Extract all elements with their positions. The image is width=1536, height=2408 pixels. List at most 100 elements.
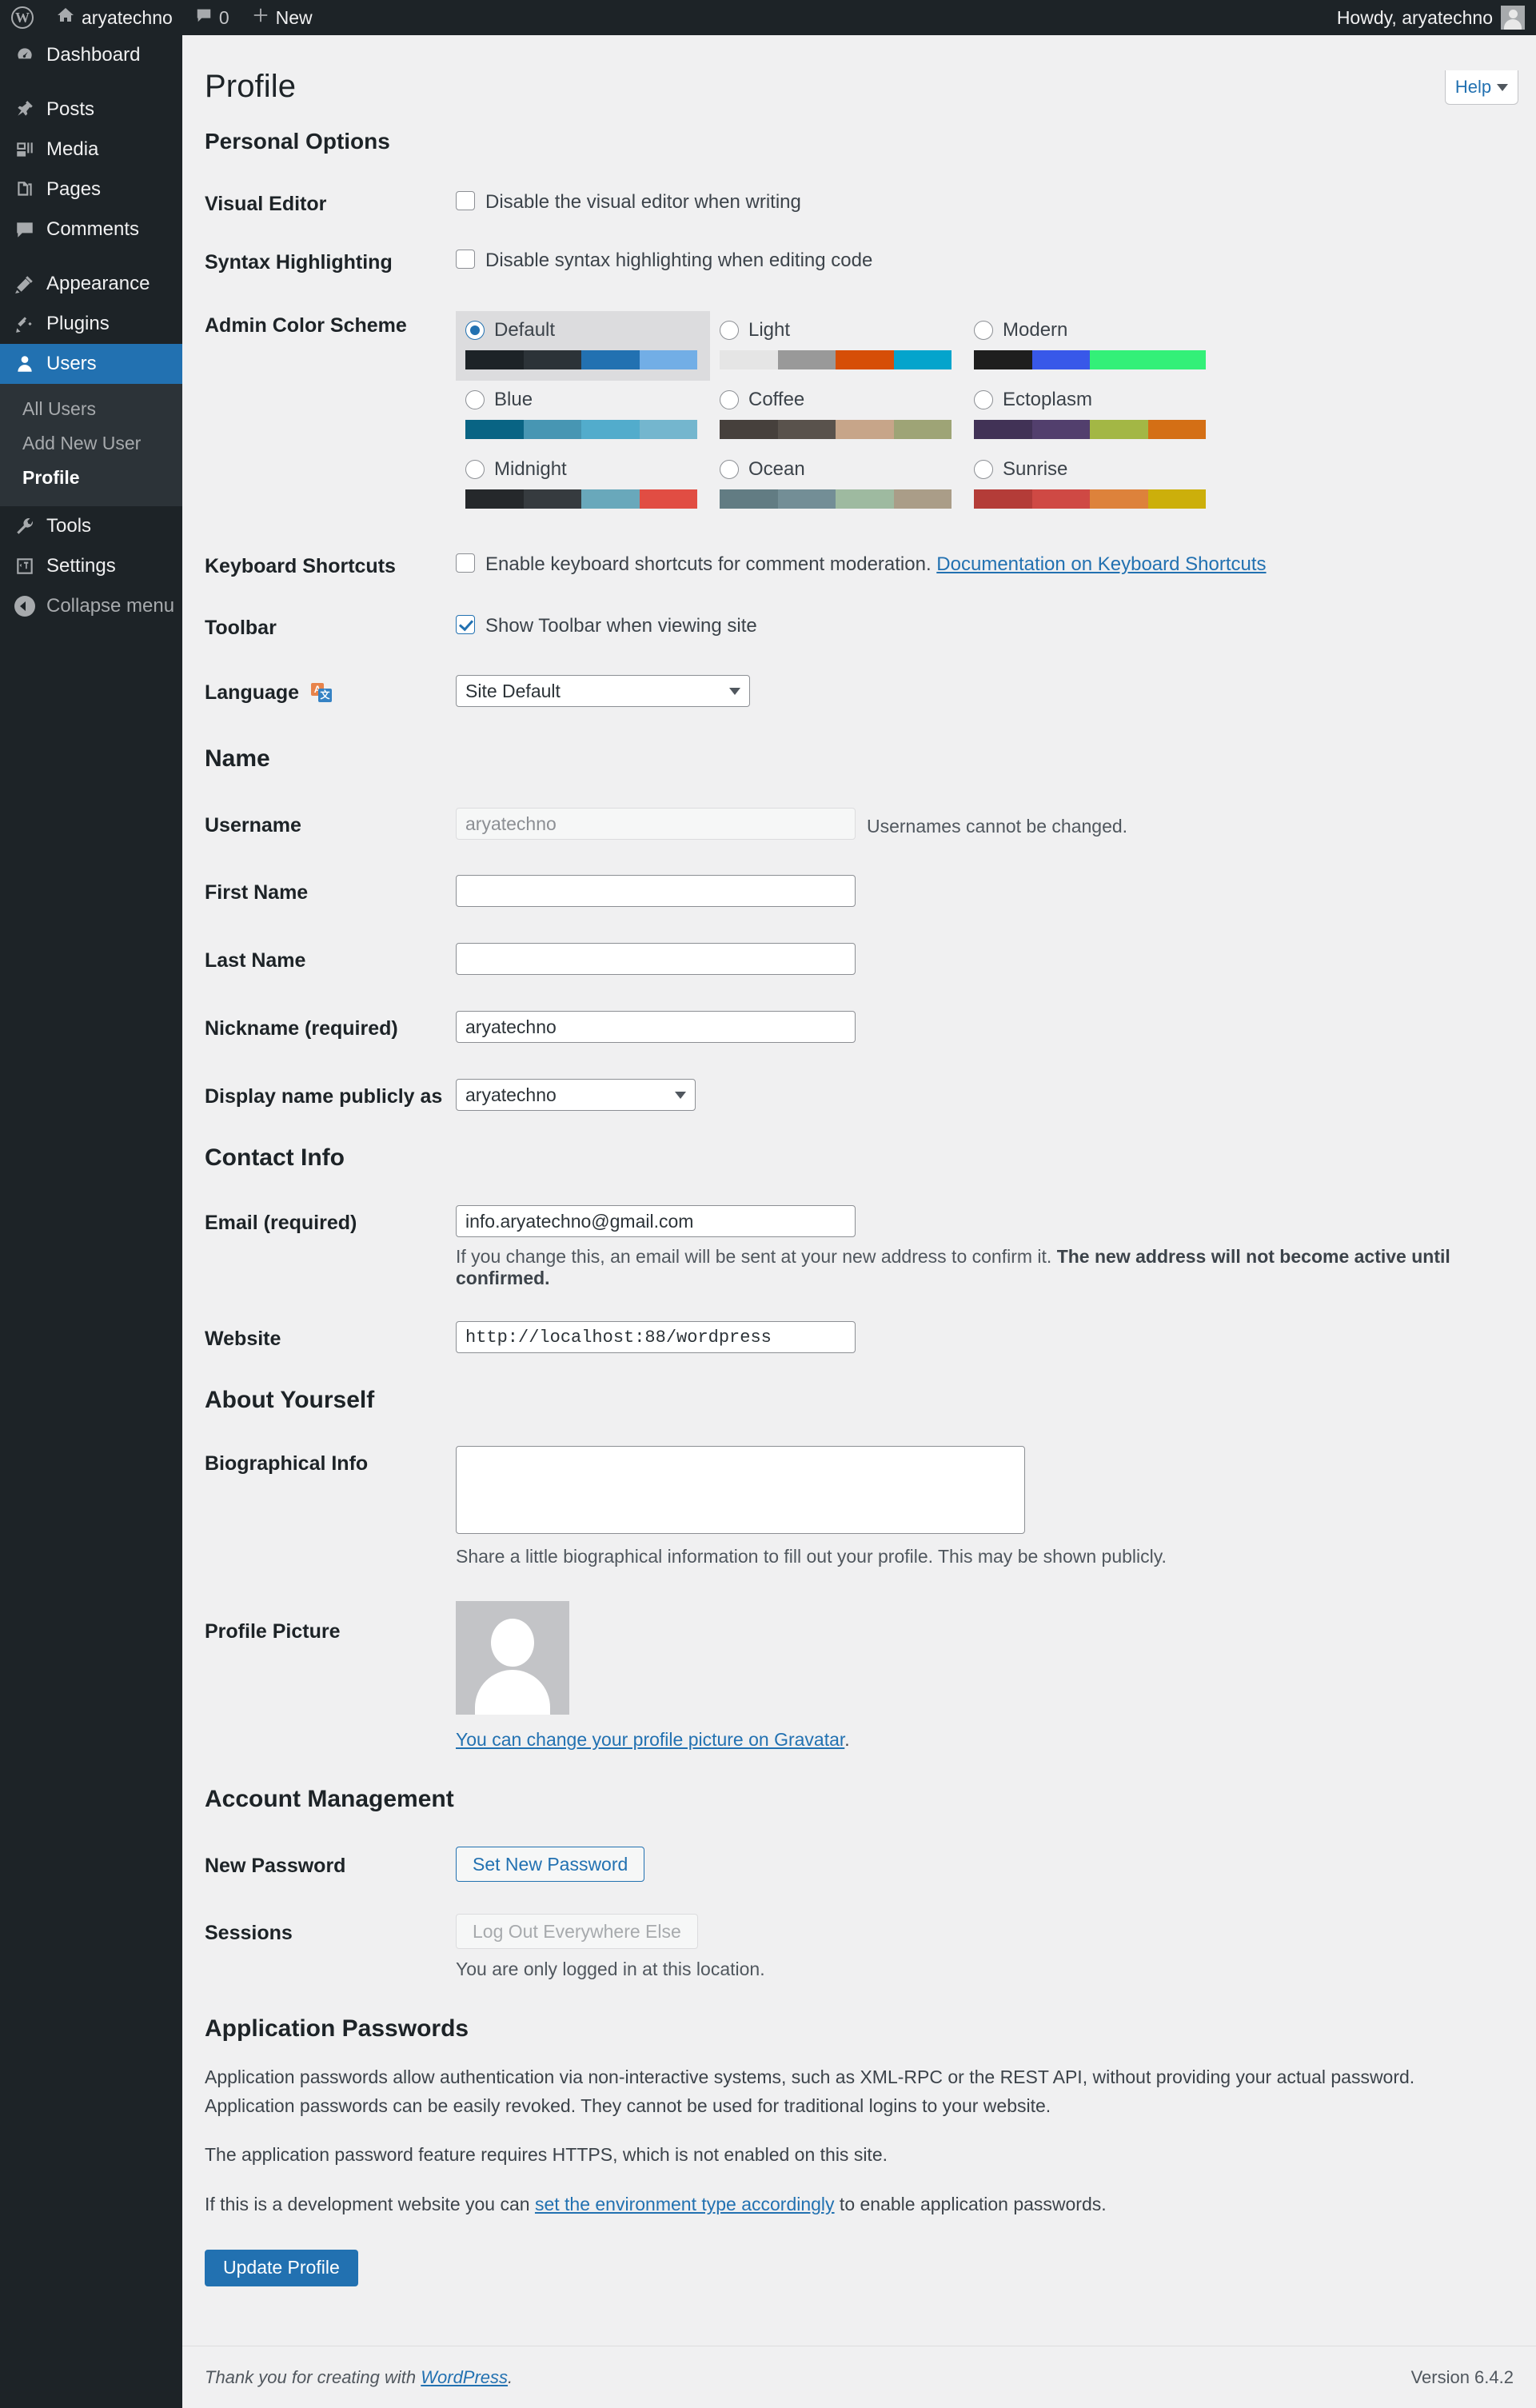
sidebar-item-appearance[interactable]: Appearance — [0, 264, 182, 304]
color-swatch — [720, 350, 778, 369]
display-name-select[interactable]: aryatechno — [456, 1079, 696, 1111]
website-input[interactable]: http://localhost:88/wordpress — [456, 1321, 856, 1353]
row-display-name: Display name publicly as aryatechno — [182, 1079, 1536, 1111]
color-scheme-swatches — [720, 350, 952, 369]
account-menu[interactable]: Howdy, aryatechno — [1337, 6, 1536, 30]
sidebar-subitem-all-users[interactable]: All Users — [0, 392, 182, 426]
language-select[interactable]: Site Default — [456, 675, 750, 707]
color-scheme-radio-ocean[interactable] — [720, 460, 739, 479]
brush-icon — [14, 274, 35, 294]
update-profile-button[interactable]: Update Profile — [205, 2249, 358, 2286]
sidebar-item-settings[interactable]: Settings — [0, 546, 182, 586]
row-language: Language A文 Site Default — [182, 675, 1536, 707]
comments-button[interactable]: 0 — [184, 0, 241, 35]
sidebar-item-tools[interactable]: Tools — [0, 506, 182, 546]
color-scheme-radio-modern[interactable] — [974, 321, 993, 340]
color-scheme-swatches — [974, 420, 1206, 439]
first-name-input[interactable] — [456, 875, 856, 907]
color-scheme-option-default[interactable]: Default — [456, 311, 710, 381]
color-scheme-radio-default[interactable] — [465, 321, 485, 340]
color-swatch — [1147, 489, 1206, 509]
syntax-highlighting-checkbox[interactable] — [456, 250, 475, 269]
sidebar-item-collapse-menu[interactable]: Collapse menu — [0, 586, 182, 626]
color-scheme-swatches — [720, 420, 952, 439]
email-input[interactable]: info.aryatechno@gmail.com — [456, 1205, 856, 1237]
visual-editor-checkbox-row[interactable]: Disable the visual editor when writing — [456, 190, 1536, 214]
wordpress-logo-button[interactable] — [0, 0, 45, 35]
color-scheme-radio-light[interactable] — [720, 321, 739, 340]
new-content-button[interactable]: New — [241, 0, 324, 35]
comment-bubble-icon — [195, 6, 213, 29]
row-toolbar: Toolbar Show Toolbar when viewing site — [182, 613, 1536, 640]
bio-textarea[interactable] — [456, 1446, 1025, 1534]
application-passwords-paragraph-2: The application password feature require… — [205, 2144, 888, 2166]
sidebar-item-posts[interactable]: Posts — [0, 90, 182, 130]
sidebar-item-pages[interactable]: Pages — [0, 170, 182, 210]
color-scheme-swatches — [720, 489, 952, 509]
color-swatch — [1090, 489, 1148, 509]
plus-icon — [252, 6, 269, 29]
pin-icon — [14, 99, 35, 120]
color-swatch — [465, 489, 524, 509]
toolbar-checkbox-row[interactable]: Show Toolbar when viewing site — [456, 613, 1536, 638]
username-label: Username — [205, 814, 301, 837]
color-scheme-radio-ectoplasm[interactable] — [974, 390, 993, 409]
color-scheme-swatches — [465, 350, 697, 369]
color-scheme-option-light[interactable]: Light — [710, 311, 964, 381]
color-scheme-option-ocean[interactable]: Ocean — [710, 450, 964, 520]
color-scheme-radio-midnight[interactable] — [465, 460, 485, 479]
nickname-label: Nickname (required) — [205, 1017, 398, 1040]
sidebar-item-plugins[interactable]: Plugins — [0, 304, 182, 344]
log-out-everywhere-else-button[interactable]: Log Out Everywhere Else — [456, 1914, 698, 1949]
color-swatch — [836, 350, 894, 369]
color-swatch — [465, 350, 524, 369]
help-toggle-button[interactable]: Help — [1445, 70, 1518, 105]
sidebar-item-label: Posts — [46, 98, 95, 120]
color-scheme-option-midnight[interactable]: Midnight — [456, 450, 710, 520]
syntax-highlighting-checkbox-row[interactable]: Disable syntax highlighting when editing… — [456, 248, 1536, 273]
bio-label: Biographical Info — [205, 1452, 369, 1475]
footer-thanks: Thank you for creating with WordPress. — [205, 2367, 513, 2388]
sidebar-item-media[interactable]: Media — [0, 130, 182, 170]
color-scheme-label: Coffee — [748, 389, 805, 410]
email-label: Email (required) — [205, 1212, 357, 1234]
set-new-password-button[interactable]: Set New Password — [456, 1847, 645, 1882]
color-swatch — [720, 489, 778, 509]
sidebar-subitem-add-new-user[interactable]: Add New User — [0, 426, 182, 461]
last-name-input[interactable] — [456, 943, 856, 975]
color-scheme-radio-blue[interactable] — [465, 390, 485, 409]
bio-note: Share a little biographical information … — [456, 1546, 1167, 1567]
first-name-label: First Name — [205, 881, 309, 904]
color-scheme-option-ectoplasm[interactable]: Ectoplasm — [964, 381, 1219, 450]
account-management-heading: Account Management — [205, 1786, 454, 1812]
color-scheme-radio-coffee[interactable] — [720, 390, 739, 409]
row-last-name: Last Name — [182, 943, 1536, 975]
color-scheme-option-sunrise[interactable]: Sunrise — [964, 450, 1219, 520]
environment-type-link[interactable]: set the environment type accordingly — [535, 2194, 835, 2214]
wordpress-link[interactable]: WordPress — [421, 2367, 508, 2387]
row-new-password: New Password Set New Password — [182, 1847, 1536, 1882]
color-scheme-label: Sunrise — [1003, 458, 1068, 480]
sidebar-item-users[interactable]: Users — [0, 344, 182, 384]
color-swatch — [720, 420, 778, 439]
color-swatch — [1147, 420, 1206, 439]
profile-picture-label: Profile Picture — [205, 1620, 341, 1643]
keyboard-shortcuts-doc-link[interactable]: Documentation on Keyboard Shortcuts — [936, 553, 1266, 575]
sidebar-item-comments[interactable]: Comments — [0, 210, 182, 250]
admin-bar: aryatechno 0 New Howdy, aryatechno — [0, 0, 1536, 35]
visual-editor-checkbox[interactable] — [456, 191, 475, 210]
sidebar-item-dashboard[interactable]: Dashboard — [0, 35, 182, 75]
color-scheme-radio-sunrise[interactable] — [974, 460, 993, 479]
nickname-input[interactable]: aryatechno — [456, 1011, 856, 1043]
language-select-value: Site Default — [465, 680, 561, 701]
color-scheme-option-coffee[interactable]: Coffee — [710, 381, 964, 450]
chevron-down-icon — [729, 687, 740, 695]
gravatar-link[interactable]: You can change your profile picture on G… — [456, 1729, 844, 1750]
admin-footer: Thank you for creating with WordPress. V… — [182, 2346, 1536, 2408]
toolbar-checkbox[interactable] — [456, 615, 475, 634]
color-scheme-option-blue[interactable]: Blue — [456, 381, 710, 450]
color-scheme-option-modern[interactable]: Modern — [964, 311, 1219, 381]
sidebar-subitem-profile[interactable]: Profile — [0, 461, 182, 495]
keyboard-shortcuts-checkbox[interactable] — [456, 553, 475, 573]
site-name-button[interactable]: aryatechno — [45, 0, 184, 35]
